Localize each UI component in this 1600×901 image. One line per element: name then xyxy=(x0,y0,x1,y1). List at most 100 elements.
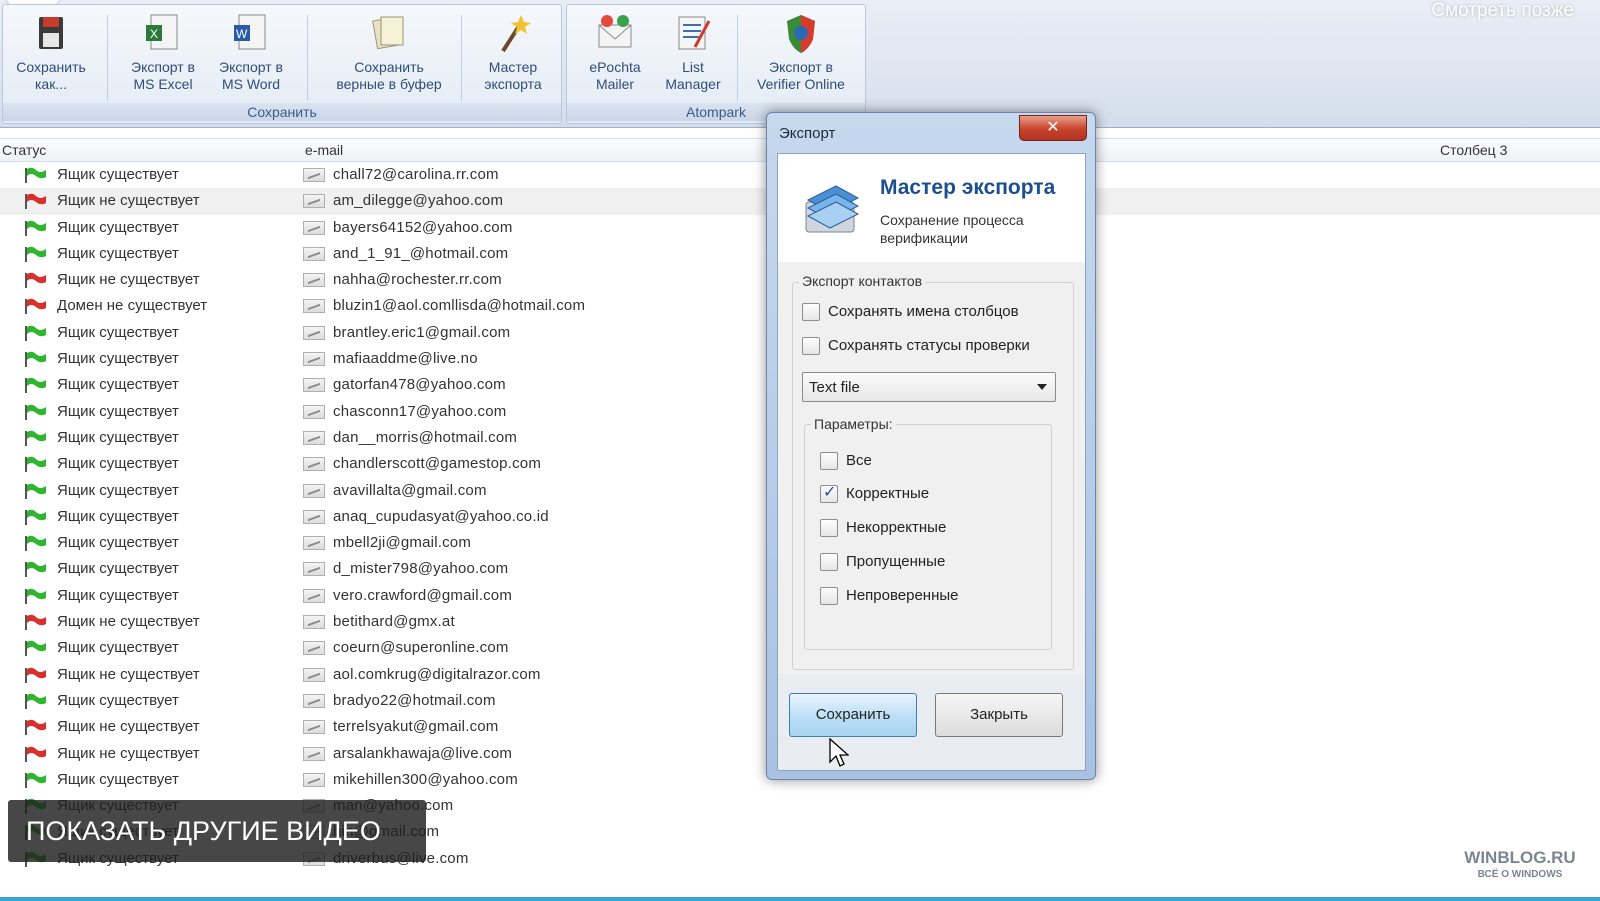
export-wizard-label: Мастер экспорта xyxy=(484,59,542,92)
email-icon xyxy=(303,641,325,656)
watch-later-link[interactable]: Смотреть позже xyxy=(1431,0,1574,22)
column-header-column3[interactable]: Столбец 3 xyxy=(1440,142,1507,158)
save-statuses-box[interactable] xyxy=(802,337,820,355)
ribbon-separator xyxy=(107,15,108,101)
show-more-videos-button[interactable]: ПОКАЗАТЬ ДРУГИЕ ВИДЕО xyxy=(8,800,426,862)
param-unverified-box[interactable] xyxy=(820,587,838,605)
email-icon xyxy=(303,483,325,498)
email-icon xyxy=(303,772,325,787)
email-icon xyxy=(303,667,325,682)
status-text: Ящик существует xyxy=(57,534,179,552)
video-progress-bar xyxy=(0,897,1600,901)
email-text: terrelsyakut@gmail.com xyxy=(333,718,499,736)
email-text: arsalankhawaja@live.com xyxy=(333,744,513,762)
email-text: am_dilegge@yahoo.com xyxy=(333,192,504,210)
status-flag-icon xyxy=(24,509,48,525)
save-as-label: Сохранить как... xyxy=(16,59,86,92)
status-text: Ящик существует xyxy=(57,586,179,604)
email-icon xyxy=(303,220,325,235)
email-icon xyxy=(303,693,325,708)
ribbon-separator xyxy=(737,15,738,101)
export-format-select[interactable]: Text file xyxy=(802,372,1056,402)
param-all-label: Все xyxy=(846,452,872,469)
export-format-value: Text file xyxy=(809,379,860,396)
clipboard-save-icon xyxy=(369,11,409,55)
status-flag-icon xyxy=(24,535,48,552)
ribbon-group-atompark: ePochta Mailer List Manager Экспорт в Ve… xyxy=(566,4,866,124)
status-flag-icon xyxy=(24,561,48,578)
close-button[interactable]: Закрыть xyxy=(935,693,1063,737)
param-valid-box[interactable] xyxy=(820,483,838,503)
watermark-title: WINBLOG.RU xyxy=(1464,848,1576,867)
status-text: Ящик существует xyxy=(57,639,179,657)
email-text: betithard@gmx.at xyxy=(333,613,455,631)
email-icon xyxy=(303,615,325,630)
status-text: Ящик не существует xyxy=(57,271,200,289)
param-all-box[interactable] xyxy=(820,452,838,470)
email-text: aol.comkrug@digitalrazor.com xyxy=(333,665,541,683)
export-excel-button[interactable]: X Экспорт в MS Excel xyxy=(115,9,211,103)
status-flag-icon xyxy=(24,377,48,394)
export-word-button[interactable]: W Экспорт в MS Word xyxy=(203,9,299,103)
status-text: Домен не существует xyxy=(57,297,208,315)
status-text: Ящик не существует xyxy=(57,192,200,210)
save-as-button[interactable]: Сохранить как... xyxy=(3,9,99,103)
status-text: Ящик существует xyxy=(57,507,179,525)
status-flag-icon xyxy=(24,456,48,473)
status-text: Ящик существует xyxy=(57,428,179,446)
email-icon xyxy=(303,404,325,419)
email-text: brantley.eric1@gmail.com xyxy=(333,323,511,341)
export-word-label: Экспорт в MS Word xyxy=(219,59,283,92)
export-contacts-legend: Экспорт контактов xyxy=(799,273,926,289)
status-flag-icon xyxy=(24,693,48,709)
export-wizard-button[interactable]: Мастер экспорта xyxy=(465,9,561,103)
status-flag-icon xyxy=(24,614,48,631)
email-text: mafiaaddme@live.no xyxy=(333,350,478,368)
list-manager-label: List Manager xyxy=(665,59,721,92)
save-button[interactable]: Сохранить xyxy=(789,693,917,737)
status-flag-icon xyxy=(24,272,48,289)
param-invalid-box[interactable] xyxy=(820,519,838,537)
email-icon xyxy=(303,746,325,761)
email-text: vero.crawford@gmail.com xyxy=(333,586,513,604)
param-skipped-box[interactable] xyxy=(820,553,838,571)
email-icon xyxy=(303,194,325,209)
email-text: anaq_cupudasyat@yahoo.co.id xyxy=(333,507,549,525)
dialog-body: Мастер экспорта Сохранение процесса вери… xyxy=(777,153,1086,771)
email-text: mbell2ji@gmail.com xyxy=(333,534,472,552)
email-icon xyxy=(303,352,325,367)
svg-text:W: W xyxy=(236,27,248,41)
status-flag-icon xyxy=(24,719,48,736)
params-legend: Параметры: xyxy=(811,416,896,432)
export-excel-label: Экспорт в MS Excel xyxy=(131,59,195,92)
list-manager-button[interactable]: List Manager xyxy=(645,9,741,103)
email-icon xyxy=(303,246,325,261)
dialog-close-button[interactable]: ✕ xyxy=(1019,115,1087,141)
wizard-title: Мастер экспорта xyxy=(880,176,1056,199)
email-text: chandlerscott@gamestop.com xyxy=(333,455,542,473)
status-text: Ящик существует xyxy=(57,350,179,368)
email-icon xyxy=(303,457,325,472)
email-text: avavillalta@gmail.com xyxy=(333,481,487,499)
export-verifier-online-button[interactable]: Экспорт в Verifier Online xyxy=(741,9,861,103)
epochta-mailer-icon xyxy=(595,11,635,55)
column-header-status[interactable]: Статус xyxy=(2,142,46,158)
status-flag-icon xyxy=(24,430,48,446)
status-text: Ящик существует xyxy=(57,560,179,578)
param-invalid-label: Некорректные xyxy=(846,519,947,536)
column-header-email[interactable]: e-mail xyxy=(305,142,343,158)
email-text: chall72@carolina.rr.com xyxy=(333,166,499,183)
email-text: and_1_91_@hotmail.com xyxy=(333,244,509,262)
email-icon xyxy=(303,588,325,603)
param-valid-label: Корректные xyxy=(846,485,930,502)
email-icon xyxy=(303,378,325,393)
status-flag-icon xyxy=(24,220,48,236)
save-column-names-box[interactable] xyxy=(802,303,820,321)
excel-export-icon: X xyxy=(143,11,183,55)
chevron-down-icon xyxy=(1037,384,1047,390)
save-valid-clipboard-label: Сохранить верные в буфер xyxy=(336,59,442,92)
status-text: Ящик не существует xyxy=(57,718,200,736)
save-valid-clipboard-button[interactable]: Сохранить верные в буфер xyxy=(319,9,459,103)
email-icon xyxy=(303,562,325,577)
status-text: Ящик существует xyxy=(57,481,179,499)
